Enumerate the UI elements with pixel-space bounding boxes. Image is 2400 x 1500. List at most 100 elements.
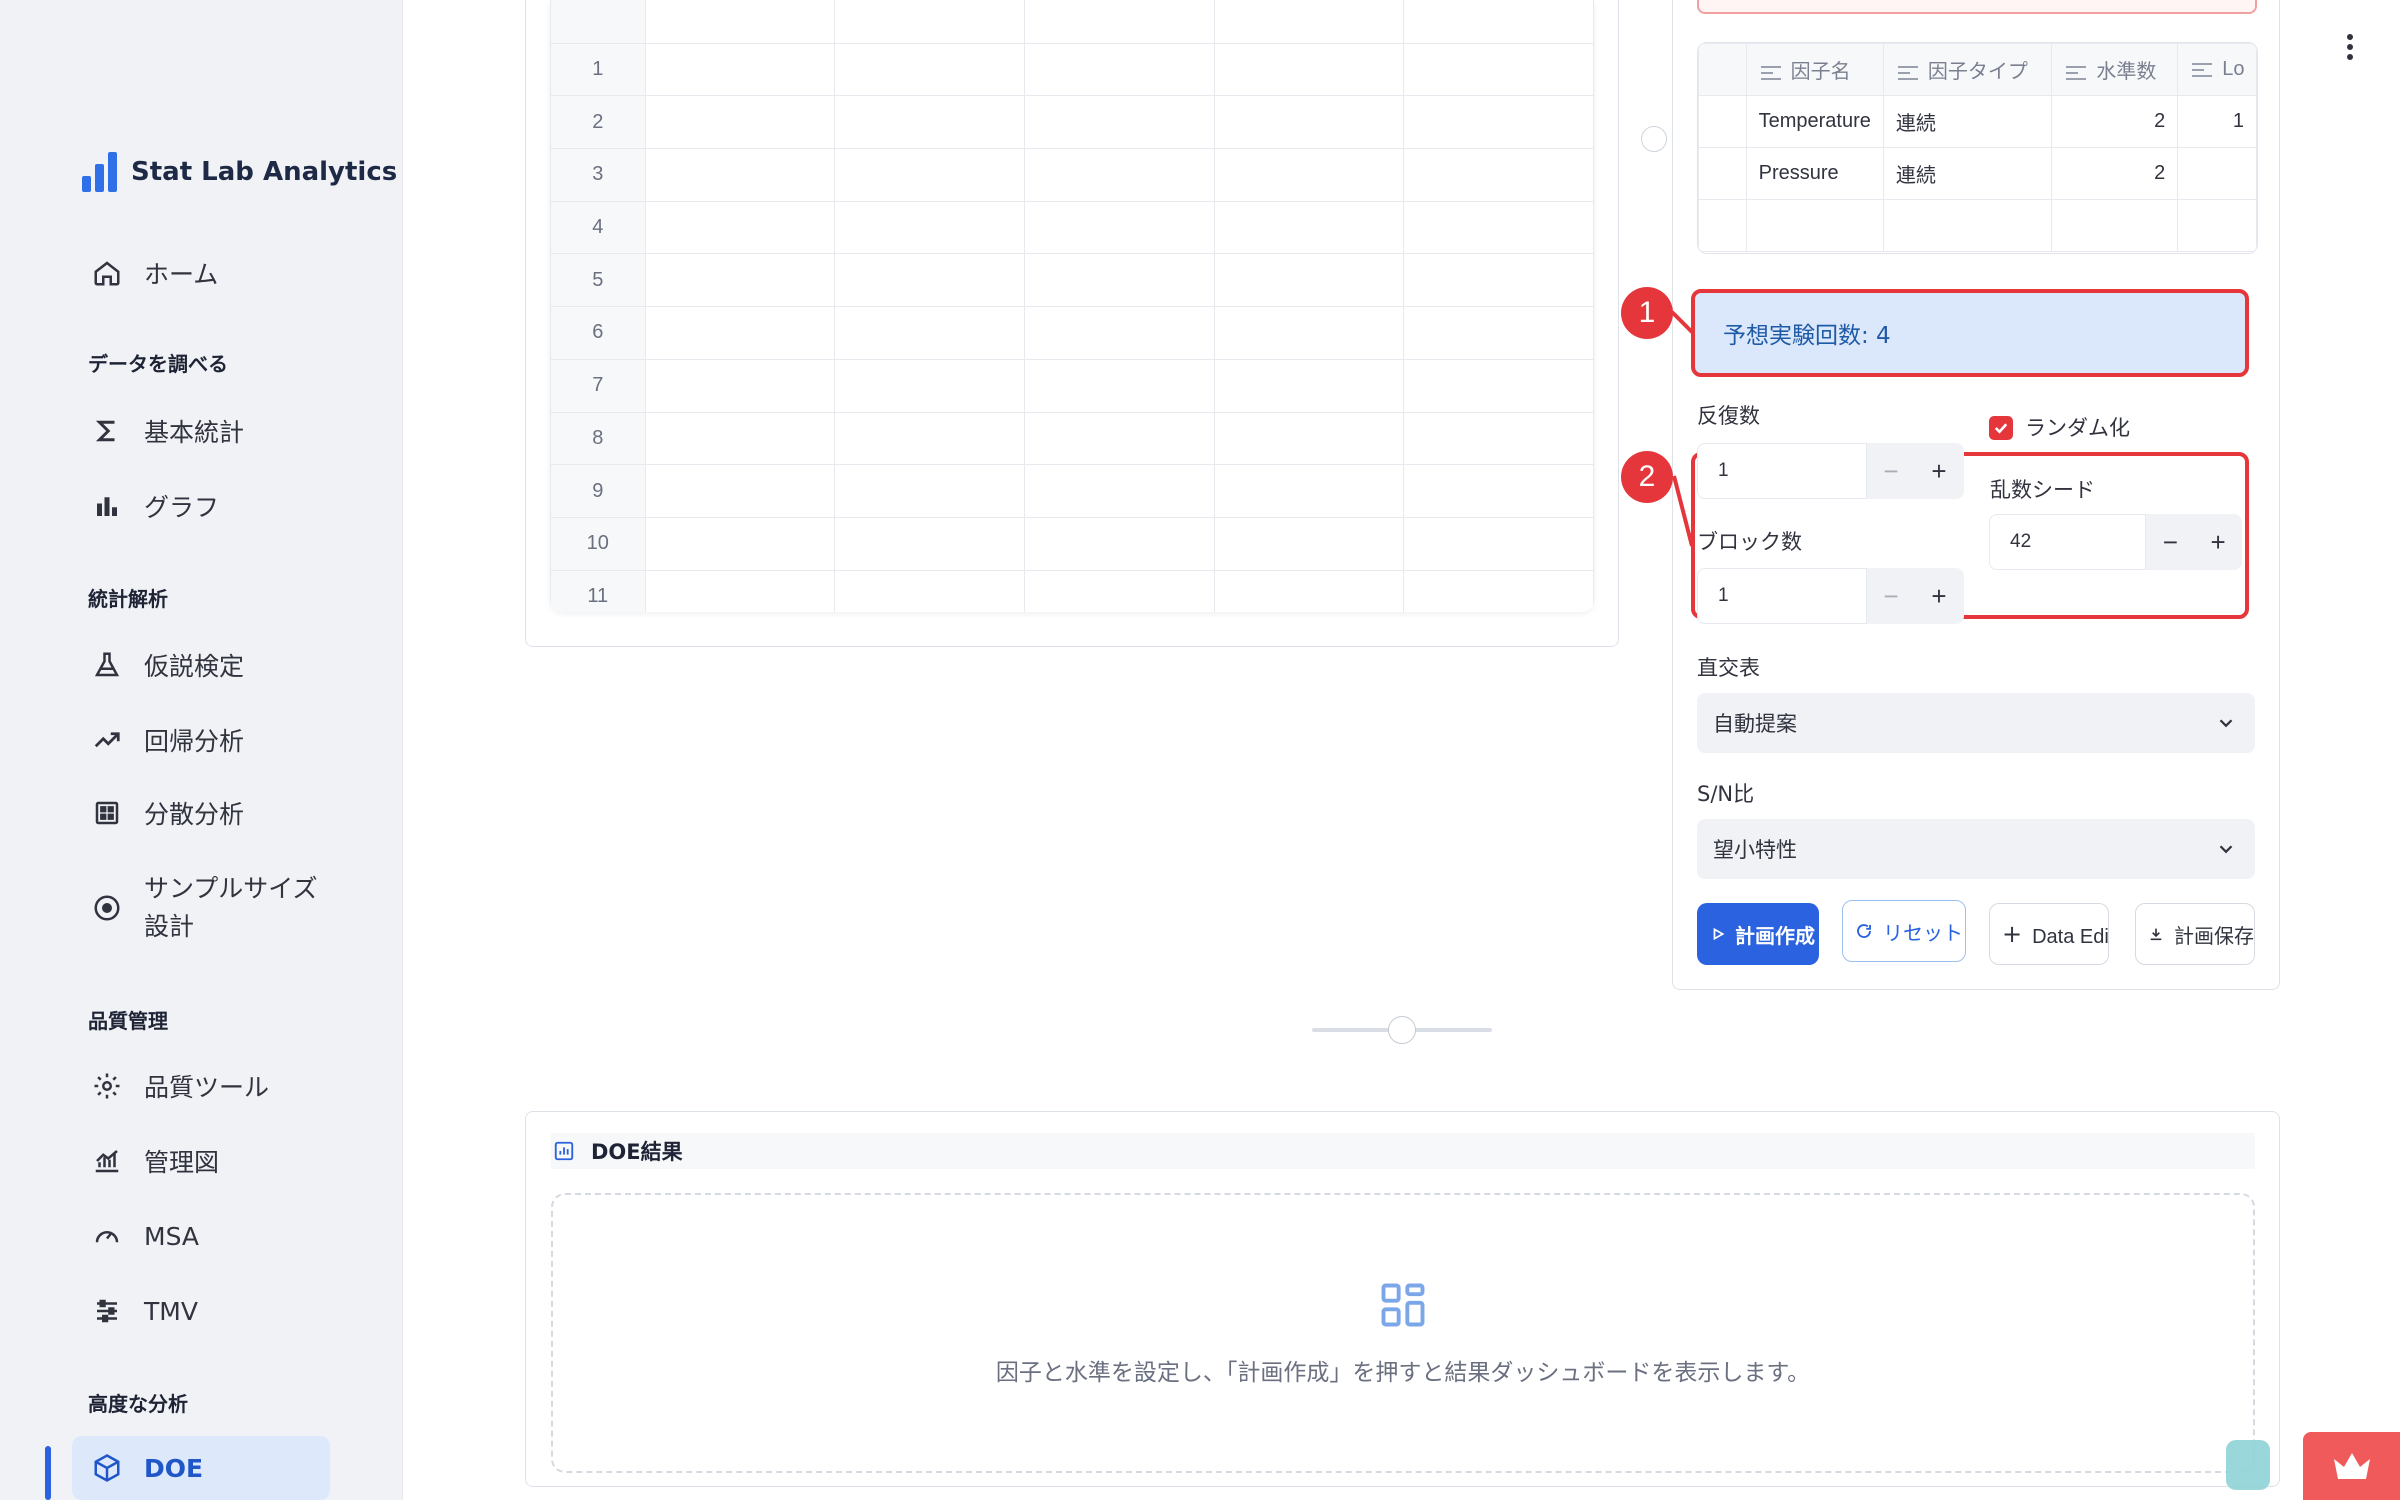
grid-cell[interactable] [1403,200,1594,255]
grid-cell[interactable] [834,306,1025,360]
grid-cell[interactable] [1023,95,1215,150]
orthogonal-select[interactable]: 自動提案 [1697,693,2255,753]
pane-splitter-handle[interactable] [1388,1016,1416,1044]
reset-button[interactable]: リセット [1842,900,1966,962]
empty-cell[interactable] [2177,199,2257,252]
empty-cell[interactable] [2051,199,2179,252]
sidebar-item-quality-tools[interactable]: 品質ツール [72,1054,330,1118]
table-row[interactable]: Pressure 連続 2 [1698,147,2257,200]
grid-cell[interactable] [834,464,1025,518]
grid-cell[interactable] [1023,42,1215,97]
grid-cell[interactable] [644,569,836,612]
grid-cell[interactable] [1023,200,1215,255]
row-select-cell[interactable] [1698,95,1747,148]
sidebar-item-control-chart[interactable]: 管理図 [72,1129,330,1193]
grid-cell[interactable] [1213,200,1405,255]
collapse-toggle[interactable] [1641,126,1667,152]
column-header[interactable] [1023,0,1215,44]
grid-cell[interactable] [1213,95,1405,150]
grid-cell[interactable] [1023,358,1215,413]
low-cell[interactable]: 1 [2177,95,2257,148]
grid-cell[interactable] [1023,411,1215,466]
table-row[interactable]: 2 [550,95,1594,150]
grid-cell[interactable] [644,253,836,308]
column-header[interactable] [834,0,1025,44]
grid-cell[interactable] [644,411,836,466]
column-header-factor-name[interactable]: 因子名 [1745,43,1884,96]
grid-cell[interactable] [1403,253,1594,308]
decrement-button[interactable]: − [1867,568,1915,624]
table-row[interactable]: Temperature 連続 2 1 [1698,95,2257,148]
row-select-cell[interactable] [1698,199,1747,252]
grid-cell[interactable] [644,306,836,360]
grid-cell[interactable] [644,516,836,571]
grid-cell[interactable] [1213,464,1405,518]
table-row[interactable]: 11 [550,569,1594,612]
grid-cell[interactable] [1023,306,1215,360]
grid-cell[interactable] [1403,411,1594,466]
grid-cell[interactable] [834,358,1025,413]
grid-cell[interactable] [834,200,1025,255]
grid-cell[interactable] [1403,464,1594,518]
grid-cell[interactable] [1403,42,1594,97]
increment-button[interactable]: + [1915,568,1963,624]
grid-cell[interactable] [644,42,836,97]
sidebar-item-msa[interactable]: MSA [72,1204,330,1268]
seed-input[interactable]: 42 [1989,514,2147,570]
sidebar-item-home[interactable]: ホーム [72,241,330,305]
grid-cell[interactable] [834,253,1025,308]
grid-cell[interactable] [834,569,1025,612]
grid-cell[interactable] [644,95,836,150]
sidebar-item-basic-stats[interactable]: 基本統計 [72,399,330,463]
grid-cell[interactable] [1023,516,1215,571]
table-row[interactable]: 5 [550,253,1594,308]
grid-cell[interactable] [1023,464,1215,518]
table-row[interactable]: 1 [550,42,1594,97]
grid-cell[interactable] [1213,42,1405,97]
table-row[interactable]: 3 [550,148,1594,202]
sidebar-item-doe[interactable]: DOE [72,1436,330,1500]
factor-type-cell[interactable]: 連続 [1882,95,2053,148]
grid-cell[interactable] [1023,569,1215,612]
table-row[interactable]: 7 [550,358,1594,413]
grid-cell[interactable] [644,464,836,518]
decrement-button[interactable]: − [2146,514,2194,570]
more-menu-icon[interactable] [2346,34,2354,60]
grid-cell[interactable] [1023,148,1215,202]
factor-type-cell[interactable]: 連続 [1882,147,2053,200]
sn-ratio-select[interactable]: 望小特性 [1697,819,2255,879]
decrement-button[interactable]: − [1867,443,1915,499]
grid-cell[interactable] [644,358,836,413]
grid-cell[interactable] [1213,253,1405,308]
grid-cell[interactable] [1213,306,1405,360]
factor-name-cell[interactable]: Temperature [1745,95,1884,148]
grid-cell[interactable] [834,516,1025,571]
sidebar-item-anova[interactable]: 分散分析 [72,781,330,845]
grid-cell[interactable] [1213,516,1405,571]
streamlit-crown-icon[interactable] [2303,1432,2400,1500]
empty-cell[interactable] [1882,199,2053,252]
table-row-empty[interactable] [1698,199,2257,252]
column-header[interactable] [1213,0,1405,44]
save-plan-button[interactable]: 計画保存 [2135,903,2255,965]
sidebar-item-tmv[interactable]: TMV [72,1279,330,1343]
grid-cell[interactable] [644,148,836,202]
column-header-factor-type[interactable]: 因子タイプ [1882,43,2053,96]
empty-cell[interactable] [1745,199,1884,252]
grid-cell[interactable] [1023,253,1215,308]
table-row[interactable]: 9 [550,464,1594,518]
grid-cell[interactable] [1213,148,1405,202]
grid-cell[interactable] [644,200,836,255]
sidebar-item-graph[interactable]: グラフ [72,474,330,538]
grid-cell[interactable] [1403,358,1594,413]
column-header[interactable] [644,0,836,44]
seed-stepper[interactable]: 42 − + [1989,514,2242,570]
grid-cell[interactable] [1213,358,1405,413]
row-select-cell[interactable] [1698,147,1747,200]
grid-cell[interactable] [834,42,1025,97]
grid-cell[interactable] [834,411,1025,466]
create-plan-button[interactable]: 計画作成 [1697,903,1819,965]
sidebar-item-hypothesis[interactable]: 仮説検定 [72,633,330,697]
blocks-input[interactable]: 1 [1697,568,1867,624]
sidebar-item-regression[interactable]: 回帰分析 [72,708,330,772]
